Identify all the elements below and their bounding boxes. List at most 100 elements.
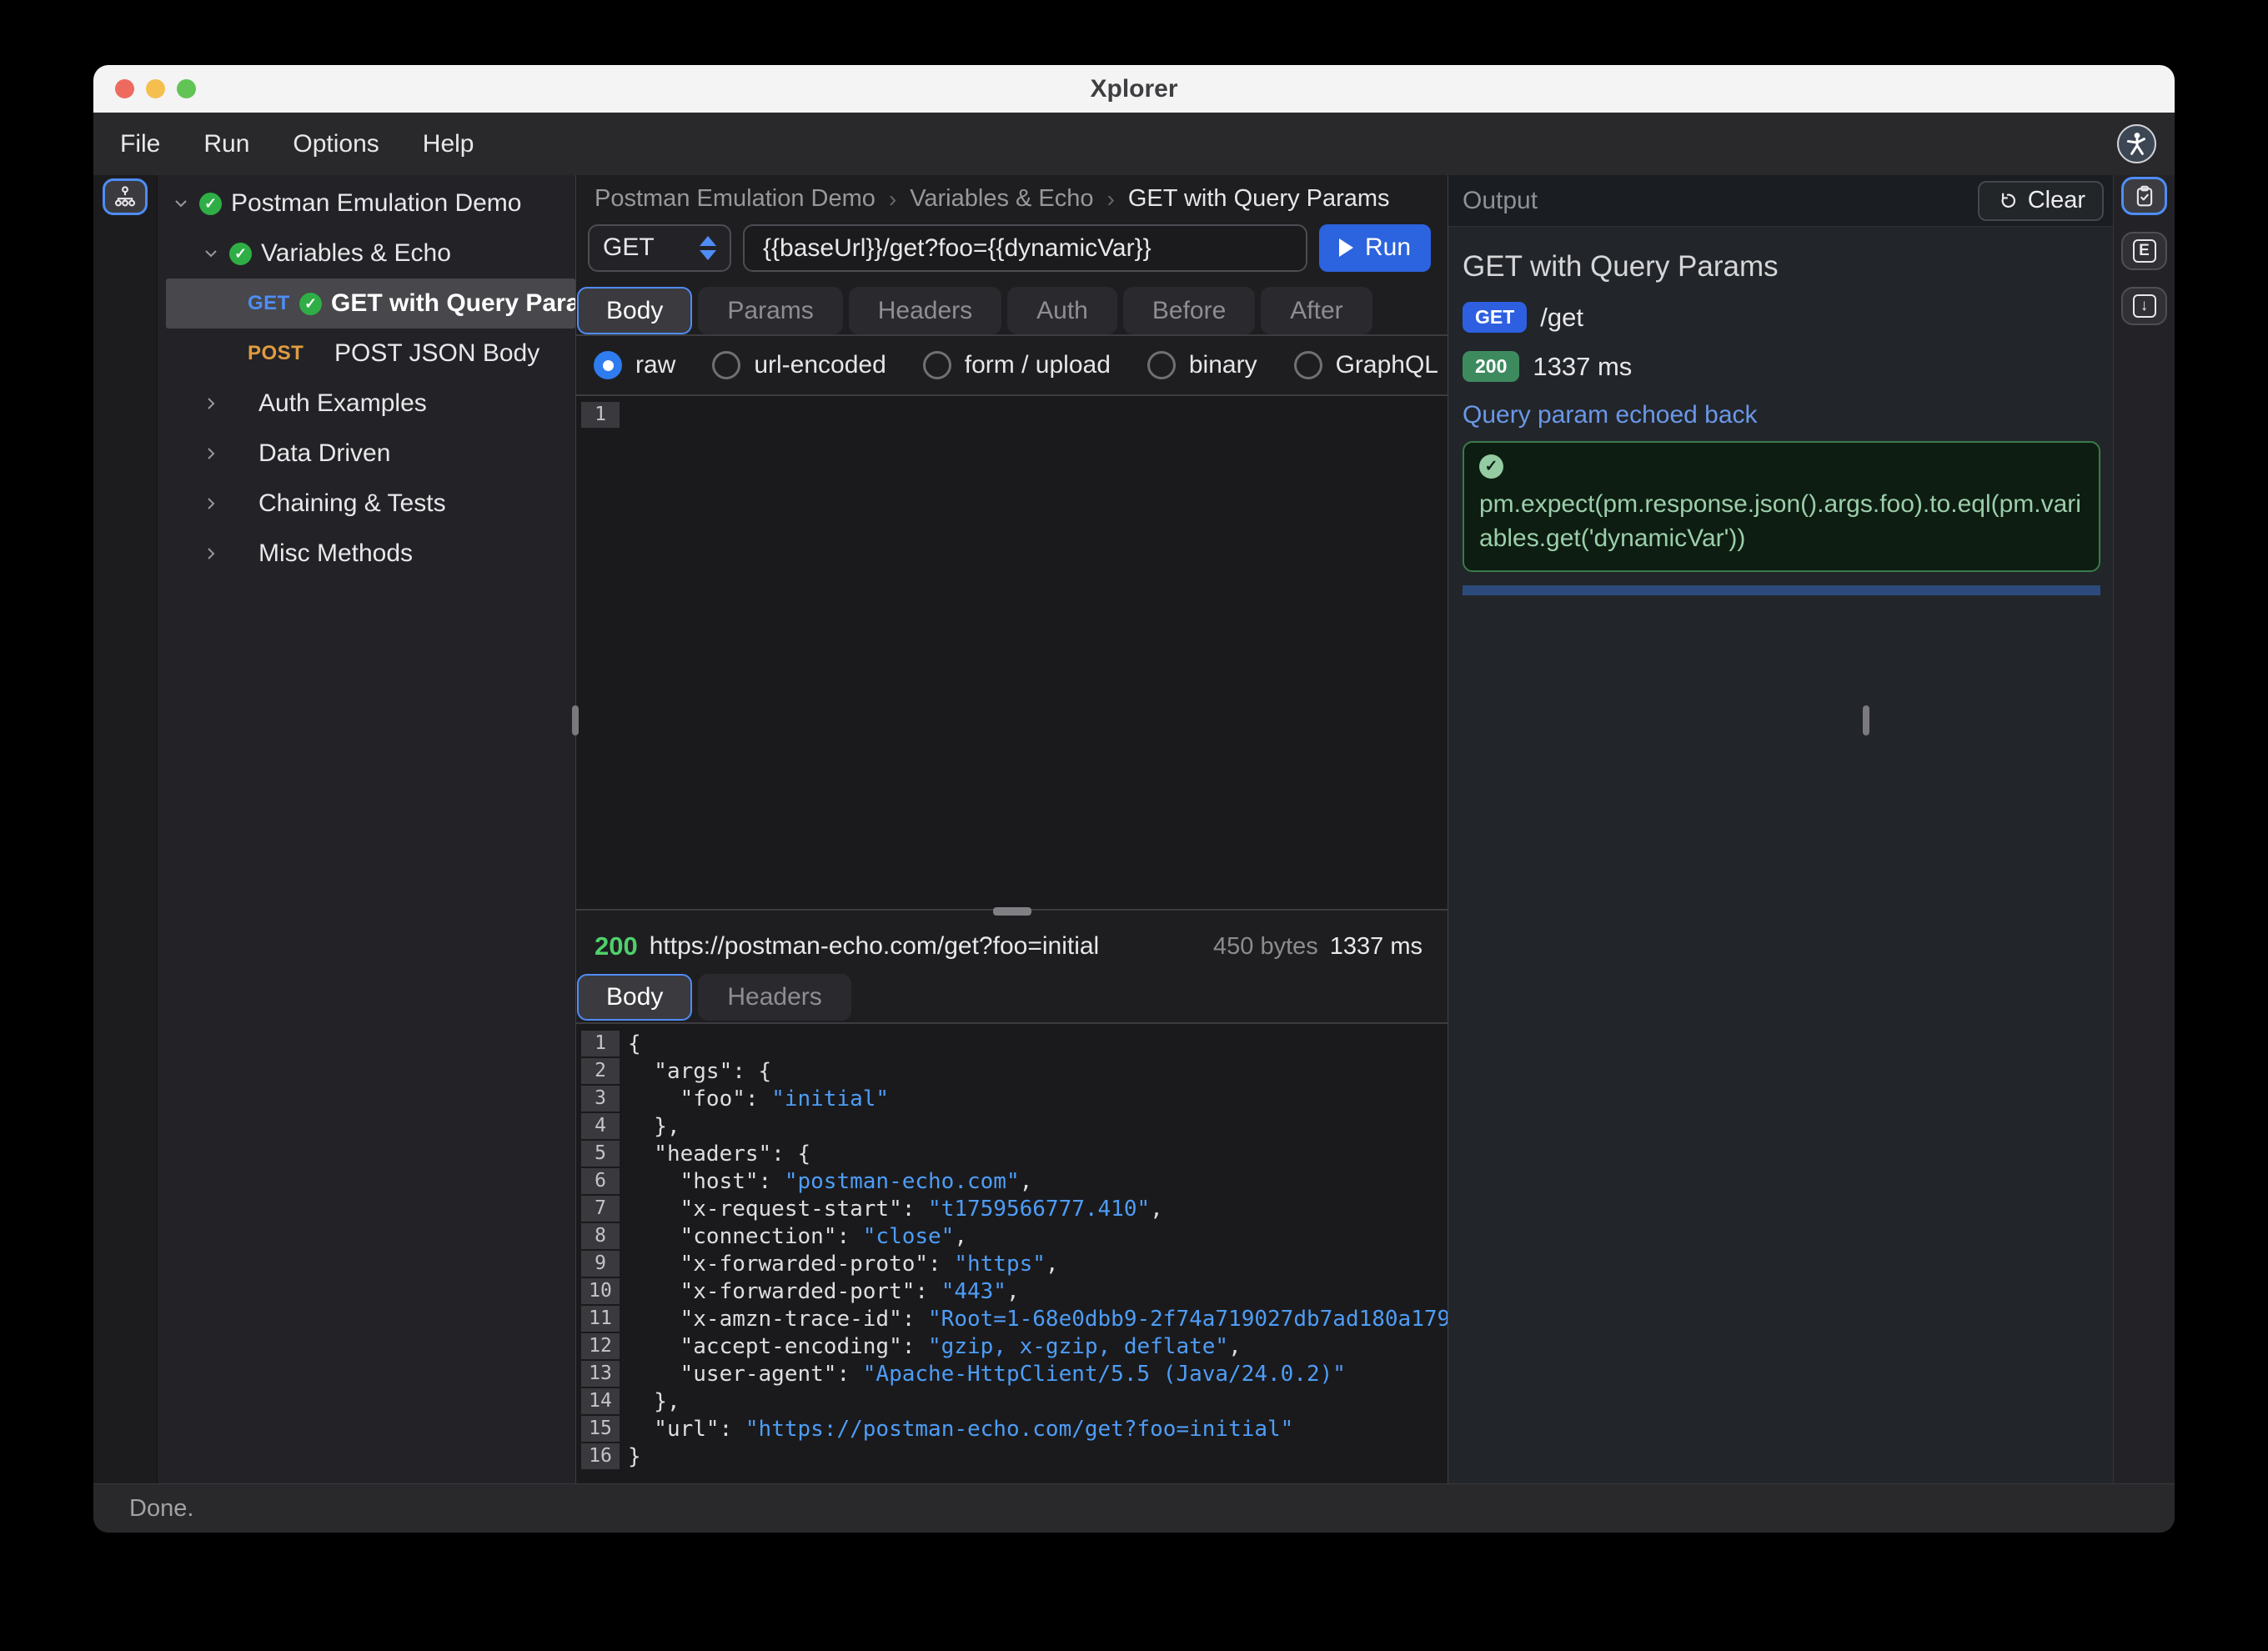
request-path: /get [1540, 303, 1583, 333]
titlebar: Xplorer [93, 65, 2175, 113]
output-panel-button[interactable] [2121, 177, 2167, 215]
code-line: 11 "x-amzn-trace-id": "Root=1-68e0dbb9-2… [576, 1305, 1448, 1332]
method-select[interactable]: GET [588, 224, 731, 272]
line-number: 16 [581, 1443, 620, 1469]
radio-label: url-encoded [754, 351, 886, 379]
code-line: 5 "headers": { [576, 1140, 1448, 1167]
breadcrumb-separator-icon: › [1107, 186, 1115, 213]
output-panel: Output Clear GET with Query Params GET /… [1448, 175, 2114, 1483]
menu-item-run[interactable]: Run [203, 130, 249, 158]
sidebar-item-folder[interactable]: Chaining & Tests [158, 479, 575, 529]
chevron-down-icon[interactable] [171, 193, 191, 213]
horizontal-splitter[interactable] [576, 909, 1448, 919]
radio-label: form / upload [965, 351, 1111, 379]
code-line: 14 }, [576, 1388, 1448, 1415]
radio-icon [712, 351, 740, 379]
sidebar-item-folder[interactable]: ✓Variables & Echo [158, 228, 575, 279]
method-badge: GET [1463, 302, 1527, 333]
sidebar-item-folder[interactable]: Data Driven [158, 429, 575, 479]
response-size: 450 bytes [1213, 933, 1318, 961]
response-tab-body[interactable]: Body [577, 974, 692, 1021]
output-request-name: GET with Query Params [1463, 250, 2100, 284]
code-line: 6 "host": "postman-echo.com", [576, 1167, 1448, 1195]
environment-icon: E [2133, 239, 2156, 263]
environment-panel-button[interactable]: E [2121, 232, 2167, 270]
menu-item-help[interactable]: Help [423, 130, 474, 158]
body-mode-graphql[interactable]: GraphQL [1294, 351, 1438, 379]
code-text: "x-amzn-trace-id": "Root=1-68e0dbb9-2f74… [628, 1307, 1448, 1332]
chevron-down-icon[interactable] [201, 243, 221, 263]
radio-icon [923, 351, 951, 379]
sidebar-item-label: Variables & Echo [261, 239, 451, 268]
line-number: 14 [581, 1388, 620, 1414]
splitter-grip[interactable] [993, 907, 1031, 916]
collections-tree-button[interactable] [103, 178, 148, 215]
menu-item-file[interactable]: File [120, 130, 160, 158]
menu-item-options[interactable]: Options [293, 130, 379, 158]
response-url: https://postman-echo.com/get?foo=initial [650, 932, 1099, 961]
sidebar-item-request[interactable]: POSTPOST JSON Body [158, 329, 575, 379]
chevron-right-icon[interactable] [201, 494, 221, 514]
body-mode-form-upload[interactable]: form / upload [923, 351, 1111, 379]
sidebar-item-collection[interactable]: ✓Postman Emulation Demo [158, 178, 575, 228]
chevron-right-icon[interactable] [201, 444, 221, 464]
code-text: "x-forwarded-proto": "https", [628, 1252, 1059, 1277]
url-input[interactable]: {{baseUrl}}/get?foo={{dynamicVar}} [743, 224, 1307, 272]
breadcrumb-separator-icon: › [889, 186, 896, 213]
request-panel: Postman Emulation Demo › Variables & Echo ›… [575, 175, 1448, 1483]
breadcrumb: Postman Emulation Demo › Variables & Echo ›… [576, 175, 1448, 223]
clear-button[interactable]: Clear [1978, 181, 2104, 221]
line-number: 12 [581, 1333, 620, 1359]
code-line: 8 "connection": "close", [576, 1222, 1448, 1250]
code-text: "headers": { [628, 1142, 810, 1167]
code-line: 15 "url": "https://postman-echo.com/get?… [576, 1415, 1448, 1443]
output-status-row: 200 1337 ms [1463, 351, 2100, 382]
method-stepper-icon[interactable] [700, 236, 716, 260]
sidebar-splitter-grip[interactable] [572, 705, 579, 735]
maximize-window-button[interactable] [177, 79, 196, 98]
tab-params[interactable]: Params [698, 287, 842, 334]
tab-body[interactable]: Body [577, 287, 692, 334]
request-body-editor[interactable]: 1 [576, 394, 1448, 909]
code-line: 13 "user-agent": "Apache-HttpClient/5.5 … [576, 1360, 1448, 1388]
tab-auth[interactable]: Auth [1007, 287, 1117, 334]
response-tab-headers[interactable]: Headers [698, 974, 850, 1021]
code-text: "foo": "initial" [628, 1086, 889, 1112]
assertion-text: pm.expect(pm.response.json().args.foo).t… [1479, 487, 2084, 555]
close-window-button[interactable] [115, 79, 134, 98]
avatar[interactable] [2117, 124, 2156, 163]
tab-headers[interactable]: Headers [849, 287, 1001, 334]
response-tabs: BodyHeaders [576, 974, 1448, 1022]
chevron-right-icon[interactable] [201, 544, 221, 564]
test-name-link[interactable]: Query param echoed back [1463, 401, 2100, 429]
tab-after[interactable]: After [1261, 287, 1372, 334]
body-mode-raw[interactable]: raw [594, 351, 675, 379]
output-splitter-grip[interactable] [1863, 705, 1869, 735]
sidebar-item-folder[interactable]: Auth Examples [158, 379, 575, 429]
radio-label: GraphQL [1336, 351, 1438, 379]
code-text: "user-agent": "Apache-HttpClient/5.5 (Ja… [628, 1362, 1346, 1387]
editor-line-number: 1 [581, 402, 620, 428]
sidebar-item-folder[interactable]: Misc Methods [158, 529, 575, 579]
breadcrumb-segment[interactable]: Variables & Echo [910, 185, 1093, 213]
code-text: "args": { [628, 1059, 771, 1084]
response-meta: 200 https://postman-echo.com/get?foo=ini… [576, 919, 1448, 974]
body-mode-url-encoded[interactable]: url-encoded [712, 351, 886, 379]
import-button[interactable]: ↓ [2121, 287, 2167, 325]
code-text: "x-request-start": "t1759566777.410", [628, 1197, 1163, 1222]
line-number: 8 [581, 1223, 620, 1249]
response-body[interactable]: 1{2 "args": {3 "foo": "initial"4 },5 "he… [576, 1022, 1448, 1483]
breadcrumb-segment[interactable]: GET with Query Params [1128, 185, 1390, 213]
sidebar-item-request[interactable]: GET✓GET with Query Params [166, 279, 575, 329]
line-number: 2 [581, 1058, 620, 1084]
chevron-right-icon[interactable] [201, 394, 221, 414]
minimize-window-button[interactable] [146, 79, 165, 98]
request-tabs: BodyParamsHeadersAuthBeforeAfter [576, 278, 1448, 336]
code-line: 7 "x-request-start": "t1759566777.410", [576, 1195, 1448, 1222]
line-number: 4 [581, 1113, 620, 1139]
body-mode-binary[interactable]: binary [1147, 351, 1257, 379]
tab-before[interactable]: Before [1123, 287, 1255, 334]
breadcrumb-segment[interactable]: Postman Emulation Demo [595, 185, 876, 213]
run-button[interactable]: Run [1319, 224, 1431, 272]
method-label: POST [248, 342, 294, 365]
